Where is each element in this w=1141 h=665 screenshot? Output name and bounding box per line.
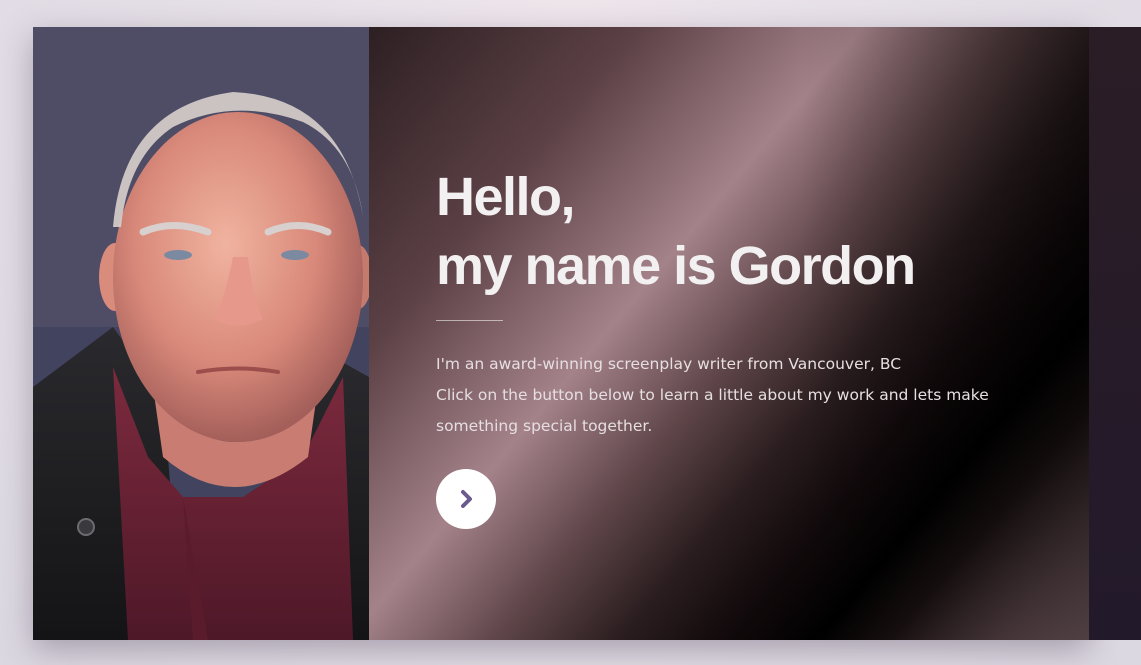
- hero-content-panel: Hello, my name is Gordon I'm an award-wi…: [369, 27, 1089, 640]
- next-slide-preview: [1089, 27, 1141, 640]
- title-divider: [436, 320, 503, 321]
- portrait-photo: [33, 27, 369, 640]
- hero-card: Hello, my name is Gordon I'm an award-wi…: [33, 27, 1089, 640]
- hero-title-line-1: Hello,: [436, 167, 576, 227]
- hero-description: I'm an award-winning screenplay writer f…: [436, 349, 1026, 442]
- description-line-1: I'm an award-winning screenplay writer f…: [436, 355, 902, 373]
- next-button[interactable]: [436, 469, 496, 529]
- chevron-right-icon: [461, 490, 472, 508]
- hero-title-line-2: my name is Gordon: [436, 236, 916, 296]
- portrait-illustration: [33, 27, 369, 640]
- description-line-3: something special together.: [436, 417, 653, 435]
- description-line-2: Click on the button below to learn a lit…: [436, 386, 989, 404]
- hero-title: Hello, my name is Gordon: [436, 163, 916, 301]
